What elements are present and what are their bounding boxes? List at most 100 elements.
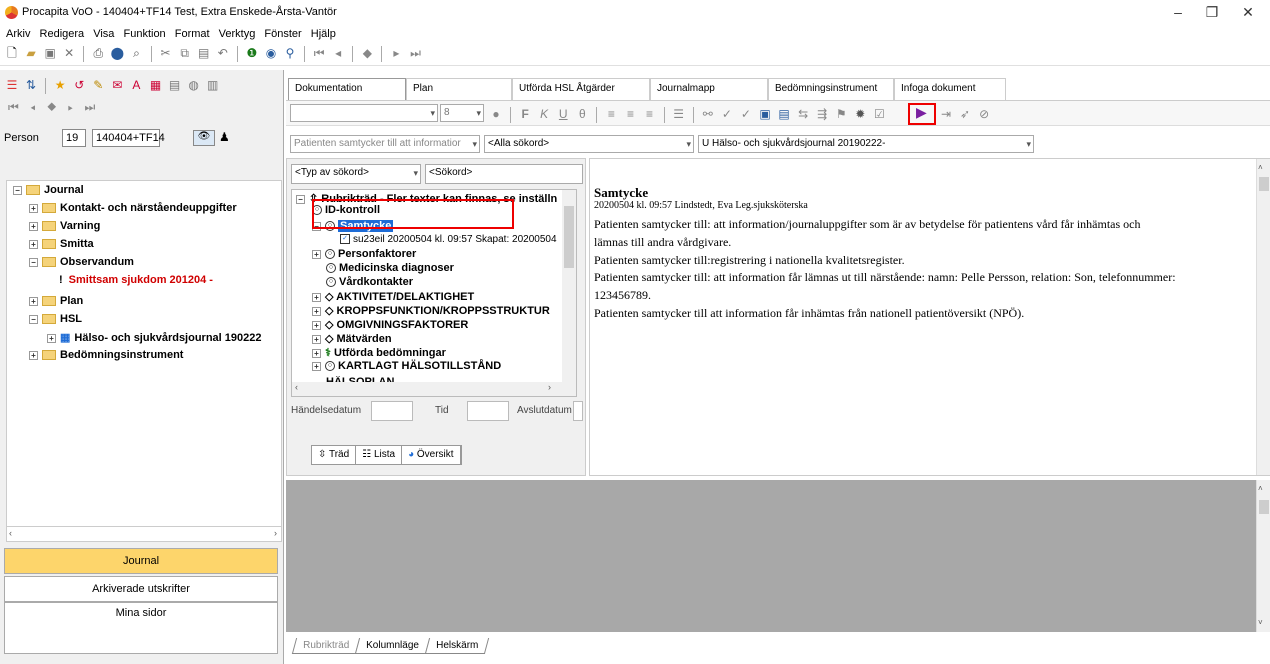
person-id-field[interactable]: 140404+TF14 [92, 129, 165, 147]
expand-icon[interactable]: + [312, 320, 321, 330]
close-button[interactable]: ✕ [1238, 4, 1258, 22]
menu-verktyg[interactable]: Verktyg [216, 26, 259, 42]
expand-icon[interactable]: + [312, 348, 321, 358]
tab-assessment-instrument[interactable]: Bedömningsinstrument [768, 78, 894, 100]
expand-icon[interactable]: + [312, 361, 321, 371]
tree-item-body-function[interactable]: + ◇ KROPPSFUNKTION/KROPPSSTRUKTUR [312, 304, 550, 317]
tab-fullscreen[interactable]: Helskärm [424, 638, 490, 654]
tree-item-environment[interactable]: + ◇ OMGIVNINGSFAKTORER [312, 318, 468, 331]
event-date-field[interactable] [371, 401, 413, 421]
tab-insert-document[interactable]: Infoga dokument [894, 78, 1006, 100]
find-replace-icon[interactable]: ⚯ [701, 107, 715, 121]
font-family-select[interactable]: ▾ [290, 104, 438, 122]
expand-icon[interactable]: + [312, 306, 321, 316]
menu-fonster[interactable]: Fönster [261, 26, 304, 42]
search-word-select[interactable]: <Alla sökord> ▾ [484, 135, 694, 153]
chart-icon[interactable]: ▥ [206, 78, 220, 92]
prev-icon[interactable]: ◂ [30, 100, 39, 114]
find-icon[interactable]: ⌕ [129, 46, 143, 60]
last-icon[interactable]: ⏭ [85, 100, 100, 114]
expand-icon[interactable]: + [29, 239, 38, 249]
nav-journal-button[interactable]: Journal [4, 548, 278, 574]
align-center-icon[interactable]: ≡ [624, 107, 638, 121]
scroll-down-icon[interactable]: ˅ [1258, 618, 1263, 627]
expand-icon[interactable]: + [29, 296, 38, 306]
new-icon[interactable]: 🗋 [5, 46, 19, 60]
first-icon[interactable]: ⏮ [8, 100, 23, 114]
tree-item-care-contacts[interactable]: ○ Vårdkontakter [326, 276, 413, 288]
person-number-field[interactable]: 19 [62, 129, 86, 147]
tree-item-assessments[interactable]: + ⚕ Utförda bedömningar [312, 346, 446, 359]
paste-icon[interactable]: ▤ [197, 46, 211, 60]
template-select[interactable]: Patienten samtycker till att informatior… [290, 135, 480, 153]
person-icon[interactable]: ♟ [219, 130, 230, 144]
align-left-icon[interactable]: ≡ [604, 107, 618, 121]
tree-node-journal[interactable]: − Journal [13, 184, 84, 196]
save-icon[interactable]: ▣ [43, 46, 57, 60]
tree-node-contacts[interactable]: + Kontakt- och närståendeuppgifter [29, 202, 237, 214]
tree-node-contagious-disease[interactable]: ! Smittsam sjukdom 201204 - [59, 274, 213, 286]
last-record-icon[interactable]: ⏭ [409, 46, 423, 60]
mid-tree-vscrollbar[interactable] [562, 190, 576, 382]
link-icon[interactable]: ⇆ [796, 107, 810, 121]
tab-heading-tree[interactable]: Rubrikträd [291, 638, 361, 654]
tab-column-mode[interactable]: Kolumnläge [355, 638, 431, 654]
scroll-thumb[interactable] [1259, 177, 1269, 191]
checklist-icon[interactable]: ☑ [872, 107, 886, 121]
scroll-right-icon[interactable]: › [274, 528, 277, 538]
collapse-icon[interactable]: − [29, 257, 38, 267]
refresh-icon[interactable]: ↺ [72, 78, 86, 92]
globe-icon[interactable]: ◍ [187, 78, 201, 92]
font-icon[interactable]: A [129, 78, 143, 92]
menu-redigera[interactable]: Redigera [37, 26, 88, 42]
move-record-icon[interactable]: ◆ [360, 46, 374, 60]
sort-icon[interactable]: ⇅ [24, 78, 38, 92]
spellcheck-icon[interactable]: ✓ [720, 107, 734, 121]
tree-item-measurements[interactable]: + ◇ Mätvärden [312, 332, 392, 345]
tree-item-diagnoses[interactable]: ○ Medicinska diagnoser [326, 262, 454, 274]
menu-funktion[interactable]: Funktion [120, 26, 168, 42]
thesaurus-icon[interactable]: ✓ [739, 107, 753, 121]
tree-options-icon[interactable]: ☰ [5, 78, 19, 92]
stamp-icon[interactable]: ⚑ [834, 107, 848, 121]
tab-journal-folder[interactable]: Journalmapp [650, 78, 768, 100]
tree-node-health-journal[interactable]: + ▦ Hälso- och sjukvårdsjournal 190222 [47, 331, 262, 344]
expand-icon[interactable]: + [312, 292, 321, 302]
tree-item-health-status[interactable]: + ○ KARTLAGT HÄLSOTILLSTÅND [312, 360, 501, 372]
collapse-icon[interactable]: − [296, 194, 305, 204]
menu-hjalp[interactable]: Hjälp [308, 26, 339, 42]
time-field[interactable] [467, 401, 509, 421]
expand-icon[interactable]: + [29, 203, 38, 213]
approve-icon[interactable]: ⊘ [977, 107, 991, 121]
move-icon[interactable]: ◆ [47, 100, 60, 114]
scroll-up-icon[interactable]: ˄ [1258, 163, 1263, 172]
tree-node-observandum[interactable]: − Observandum [29, 256, 134, 268]
expand-icon[interactable]: + [312, 249, 321, 259]
favorite-icon[interactable]: ★ [53, 78, 67, 92]
tree-node-infection[interactable]: + Smitta [29, 238, 94, 250]
strike-icon[interactable]: θ [575, 107, 589, 121]
collapse-icon[interactable]: − [29, 314, 38, 324]
tree-node-assessment[interactable]: + Bedömningsinstrument [29, 349, 183, 361]
open-icon[interactable]: ▰ [24, 46, 38, 60]
menu-format[interactable]: Format [172, 26, 213, 42]
journal-select[interactable]: U Hälso- och sjukvårdsjournal 20190222- ▾ [698, 135, 1034, 153]
next-record-icon[interactable]: ▸ [389, 46, 403, 60]
scroll-left-icon[interactable]: ‹ [9, 528, 12, 538]
tab-performed-hsl[interactable]: Utförda HSL Åtgärder [512, 78, 650, 100]
restore-button[interactable]: ❐ [1202, 4, 1222, 22]
document-icon[interactable]: ▤ [168, 78, 182, 92]
collapse-icon[interactable]: − [13, 185, 22, 195]
scroll-thumb[interactable] [1259, 500, 1269, 514]
expand-icon[interactable]: + [312, 334, 321, 344]
pin-icon[interactable]: ➶ [958, 107, 972, 121]
view-person-button[interactable]: 👁 [193, 130, 215, 146]
keyword-select[interactable]: <Sökord> [425, 164, 583, 184]
font-size-select[interactable]: 8 ▾ [440, 104, 484, 122]
next-icon[interactable]: ▸ [68, 100, 77, 114]
previous-record-icon[interactable]: ◂ [331, 46, 345, 60]
bug-icon[interactable]: ✹ [853, 107, 867, 121]
tree-node-hsl[interactable]: − HSL [29, 313, 82, 325]
keyword-type-select[interactable]: <Typ av sökord> ▾ [291, 164, 421, 184]
properties-icon[interactable]: ▤ [777, 107, 791, 121]
